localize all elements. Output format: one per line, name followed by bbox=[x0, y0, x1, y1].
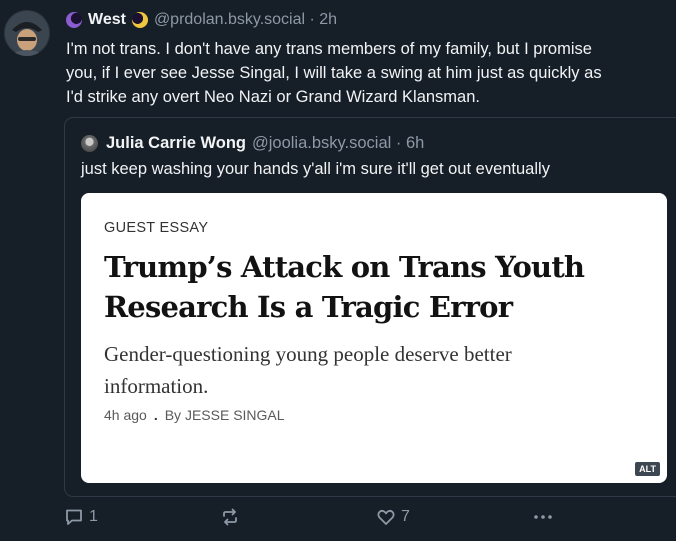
quoted-author-handle: @joolia.bsky.social bbox=[251, 134, 392, 152]
quoted-post-text: just keep washing your hands y'all i'm s… bbox=[81, 160, 550, 178]
post-text-line: I'd strike any overt Neo Nazi or Grand W… bbox=[66, 88, 480, 106]
reply-count: 1 bbox=[89, 508, 98, 525]
article-image[interactable]: GUEST ESSAY Trump’s Attack on Trans Yout… bbox=[81, 193, 667, 483]
quoted-post-header: Julia Carrie Wong @joolia.bsky.social · … bbox=[81, 134, 424, 153]
reply-button[interactable]: 1 bbox=[64, 507, 98, 527]
post-body: I'm not trans. I don't have any trans me… bbox=[66, 37, 676, 109]
post-text-line: I'm not trans. I don't have any trans me… bbox=[66, 40, 592, 58]
like-button[interactable]: 7 bbox=[376, 507, 410, 527]
article-time: 4h ago bbox=[104, 407, 147, 423]
more-options-icon bbox=[534, 515, 552, 519]
heart-icon bbox=[377, 509, 395, 525]
like-count: 7 bbox=[401, 508, 410, 525]
separator-dot: · bbox=[391, 134, 406, 152]
article-summary-line: Gender-questioning young people deserve … bbox=[104, 342, 512, 366]
more-options-button[interactable] bbox=[532, 507, 554, 527]
post-header: West @prdolan.bsky.social · 2h bbox=[66, 9, 337, 31]
article-headline: Trump’s Attack on Trans Youth Research I… bbox=[104, 247, 664, 327]
reply-icon bbox=[66, 509, 82, 525]
article-headline-line: Research Is a Tragic Error bbox=[104, 290, 513, 324]
quoted-author-avatar bbox=[81, 135, 98, 152]
author-avatar[interactable] bbox=[4, 10, 50, 56]
avatar-image bbox=[4, 10, 50, 56]
quoted-author-name: Julia Carrie Wong bbox=[106, 134, 246, 152]
article-byline: By JESSE SINGAL bbox=[164, 407, 285, 423]
post-timestamp[interactable]: 2h bbox=[319, 11, 337, 29]
author-display-name[interactable]: West bbox=[88, 11, 126, 29]
article-summary: Gender-questioning young people deserve … bbox=[104, 338, 634, 402]
post-actions: 1 7 bbox=[64, 507, 564, 531]
repost-icon bbox=[223, 508, 237, 526]
meta-dot: . bbox=[153, 407, 158, 423]
article-summary-line: information. bbox=[104, 374, 209, 398]
moon-emoji-icon bbox=[66, 12, 82, 28]
quoted-post-card[interactable]: Julia Carrie Wong @joolia.bsky.social · … bbox=[64, 117, 676, 497]
alt-text-badge[interactable]: ALT bbox=[634, 461, 661, 477]
quoted-post-timestamp: 6h bbox=[406, 134, 425, 152]
repost-button[interactable] bbox=[220, 507, 245, 527]
article-kicker: GUEST ESSAY bbox=[104, 220, 209, 236]
separator-dot: · bbox=[305, 11, 320, 28]
author-handle[interactable]: @prdolan.bsky.social bbox=[154, 11, 305, 29]
moon-emoji-icon bbox=[131, 12, 148, 28]
article-headline-line: Trump’s Attack on Trans Youth bbox=[104, 250, 585, 284]
article-meta: 4h ago . By JESSE SINGAL bbox=[104, 407, 285, 423]
post-text-line: you, if I ever see Jesse Singal, I will … bbox=[66, 64, 602, 82]
